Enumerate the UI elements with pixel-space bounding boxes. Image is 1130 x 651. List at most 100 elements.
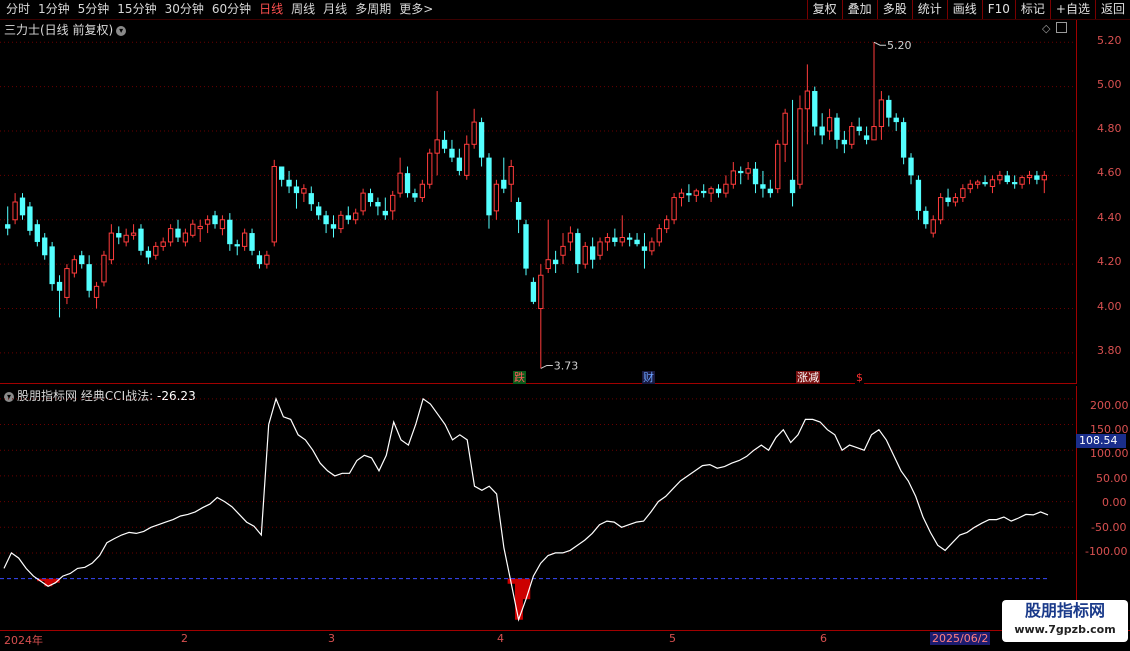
candle-up: [723, 183, 729, 194]
candle-up: [397, 172, 403, 194]
tab-5min[interactable]: 5分钟: [75, 0, 115, 19]
candle-down: [234, 244, 240, 247]
candle-up: [167, 228, 174, 243]
candle-down: [49, 246, 55, 285]
tab-60min[interactable]: 60分钟: [209, 0, 256, 19]
statistics-button[interactable]: 统计: [911, 0, 947, 19]
draw-line-button[interactable]: 画线: [946, 0, 982, 19]
candle-down: [56, 281, 63, 291]
price-tick: 5.20: [1097, 34, 1122, 47]
candle-up: [730, 170, 736, 185]
candle-down: [175, 228, 181, 238]
period-tabs: 分时 1分钟 5分钟 15分钟 30分钟 60分钟 日线 周线 月线 多周期 更…: [3, 0, 438, 19]
candle-down: [819, 126, 825, 136]
candle-up: [264, 254, 270, 265]
candle-up: [204, 219, 211, 225]
candle-up: [197, 225, 203, 230]
candle-up: [493, 183, 500, 212]
overlay-button[interactable]: 叠加: [841, 0, 877, 19]
tab-30min[interactable]: 30分钟: [162, 0, 209, 19]
multi-stock-button[interactable]: 多股: [876, 0, 912, 19]
candle-up: [775, 143, 781, 190]
candle-down: [945, 197, 951, 202]
mark-button[interactable]: 标记: [1014, 0, 1050, 19]
candle-up: [604, 237, 611, 243]
candle-down: [286, 179, 292, 187]
watermark: 股朋指标网 www.7gpzb.com: [1002, 600, 1128, 642]
back-button[interactable]: 返回: [1094, 0, 1130, 19]
candle-up: [508, 165, 514, 185]
candle-down: [501, 179, 507, 189]
candle-down: [308, 193, 314, 205]
candle-up: [390, 194, 396, 212]
tab-more[interactable]: 更多>: [396, 0, 438, 19]
add-watchlist-button[interactable]: +自选: [1049, 0, 1095, 19]
date-tick: 4: [497, 632, 504, 645]
candle-up: [664, 219, 670, 230]
candle-up: [649, 241, 655, 252]
current-date: 2025/06/2: [930, 632, 991, 645]
cci-bar: [514, 578, 523, 620]
event-marker-dividend[interactable]: $: [855, 371, 864, 384]
candle-down: [515, 202, 522, 220]
candle-down: [323, 215, 329, 225]
tab-daily[interactable]: 日线: [256, 0, 288, 19]
date-tick: 2024年: [4, 634, 43, 647]
f10-button[interactable]: F10: [981, 0, 1015, 19]
price-tick: 4.00: [1097, 300, 1122, 313]
candle-down: [915, 179, 922, 211]
candle-up: [960, 188, 966, 199]
candle-down: [886, 99, 892, 118]
cci-tick: -100.00: [1085, 545, 1128, 558]
candle-down: [738, 170, 744, 174]
tab-15min[interactable]: 15分钟: [114, 0, 161, 19]
tab-weekly[interactable]: 周线: [288, 0, 320, 19]
candle-down: [1012, 182, 1018, 185]
candle-down: [1004, 175, 1010, 183]
candle-down: [79, 255, 85, 265]
indicator-axis: 200.00 150.00 100.00 50.00 0.00 -50.00 -…: [1076, 386, 1130, 630]
low-price-label: 3.73: [554, 359, 579, 372]
candle-up: [301, 188, 307, 194]
candle-down: [589, 246, 596, 260]
candle-down: [715, 188, 722, 194]
tab-monthly[interactable]: 月线: [320, 0, 352, 19]
candle-down: [456, 157, 463, 171]
watermark-url: www.7gpzb.com: [1014, 623, 1116, 636]
event-marker-finance[interactable]: 财: [642, 371, 655, 384]
tab-multi-period[interactable]: 多周期: [352, 0, 396, 19]
candle-up: [101, 254, 107, 283]
candle-up: [797, 108, 803, 185]
candle-up: [360, 192, 366, 212]
candle-up: [12, 201, 18, 221]
candle-up: [471, 121, 477, 145]
candle-up: [545, 259, 551, 270]
candle-down: [908, 157, 914, 176]
price-tick: 4.60: [1097, 166, 1122, 179]
candle-up: [878, 99, 885, 128]
cci-tick: 200.00: [1090, 399, 1129, 412]
tab-1min[interactable]: 1分钟: [35, 0, 75, 19]
candle-down: [982, 182, 988, 185]
candle-down: [1034, 175, 1040, 180]
cci-chart[interactable]: [0, 386, 1076, 630]
candle-up: [678, 192, 685, 199]
candle-up: [93, 285, 100, 298]
candle-up: [160, 241, 166, 247]
candle-down: [767, 188, 774, 194]
event-marker-rise-reduce[interactable]: 涨减: [796, 371, 820, 384]
candle-up: [1019, 177, 1025, 185]
candle-down: [893, 117, 899, 123]
candle-down: [382, 210, 388, 216]
candle-up: [108, 232, 115, 261]
candle-up: [153, 245, 159, 256]
tab-intraday[interactable]: 分时: [3, 0, 35, 19]
event-marker-drop[interactable]: 跌: [513, 371, 526, 384]
candlestick-chart[interactable]: 5.20 3.73: [0, 20, 1076, 384]
candle-down: [212, 215, 218, 225]
candle-up: [1026, 174, 1033, 179]
cci-tick: 100.00: [1090, 447, 1129, 460]
adjust-price-button[interactable]: 复权: [806, 0, 842, 19]
candle-up: [974, 181, 981, 185]
candle-down: [256, 255, 263, 265]
